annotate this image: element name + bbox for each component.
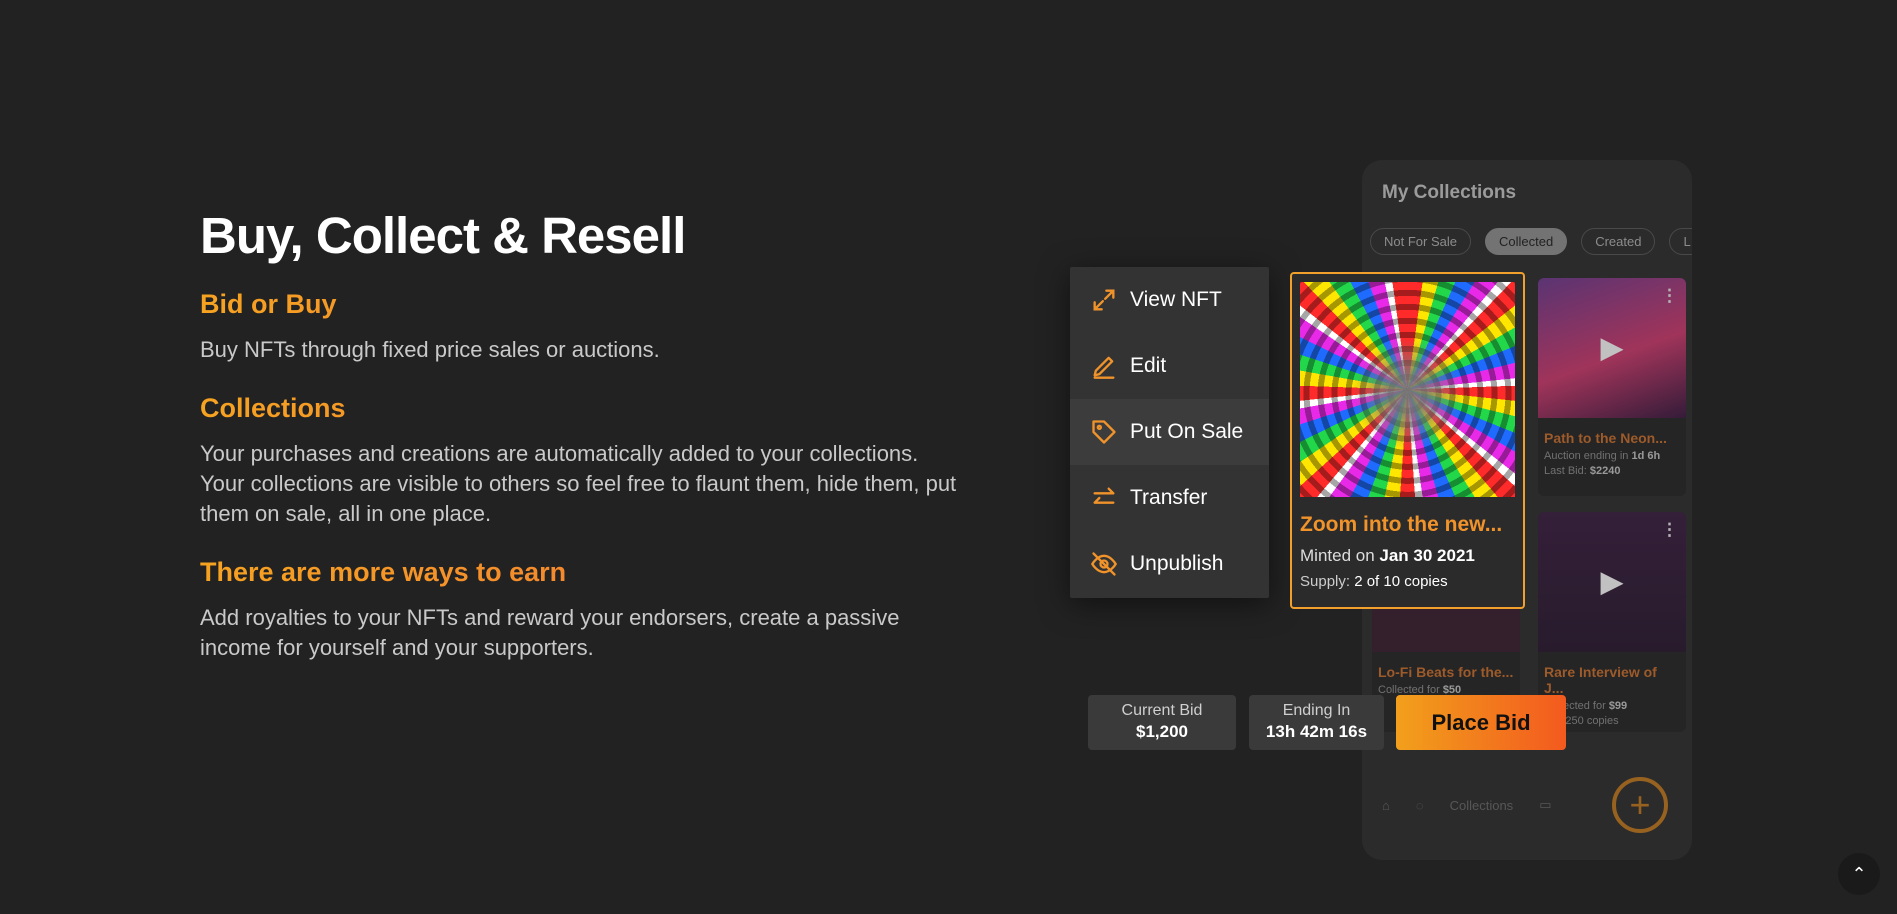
- menu-item-label: View NFT: [1130, 288, 1222, 311]
- bottom-nav: ⌂ ◌ Collections ▭ +: [1362, 760, 1692, 850]
- more-options-icon[interactable]: ⋮: [1661, 520, 1678, 540]
- current-bid-box: Current Bid $1,200: [1088, 695, 1236, 750]
- chip-created[interactable]: Created: [1581, 228, 1656, 255]
- transfer-icon: [1093, 487, 1115, 504]
- menu-item-label: Transfer: [1130, 486, 1208, 509]
- add-icon[interactable]: +: [1612, 777, 1668, 833]
- menu-item-unpublish[interactable]: Unpublish: [1070, 531, 1269, 597]
- nft-context-menu: View NFT Edit Put On Sale Transfer Unpub…: [1070, 267, 1269, 598]
- more-options-icon[interactable]: ⋮: [1661, 286, 1678, 306]
- filter-chips: Not For Sale Collected Created L: [1370, 228, 1692, 255]
- subheading-more-ways: There are more ways to earn: [200, 555, 960, 589]
- section-title: Buy, Collect & Resell: [200, 207, 686, 264]
- expand-icon: [1093, 289, 1115, 311]
- menu-item-view-nft[interactable]: View NFT: [1070, 267, 1269, 333]
- current-bid-value: $1,200: [1136, 722, 1188, 741]
- ending-in-label: Ending In: [1282, 702, 1351, 719]
- feature-section: Buy, Collect & Resell Bid or Buy Buy NFT…: [0, 0, 1897, 914]
- nav-collections[interactable]: Collections: [1450, 798, 1514, 813]
- play-icon[interactable]: ▶: [1600, 565, 1623, 600]
- nft-card[interactable]: Zoom into the new... Minted on Jan 30 20…: [1290, 272, 1525, 609]
- place-bid-button[interactable]: Place Bid: [1396, 695, 1566, 750]
- nft-artwork: [1300, 282, 1515, 497]
- paragraph-collections: Your purchases and creations are automat…: [200, 441, 957, 526]
- feature-text: Buy, Collect & Resell Bid or Buy Buy NFT…: [200, 205, 960, 663]
- menu-item-label: Put On Sale: [1130, 420, 1244, 443]
- menu-item-transfer[interactable]: Transfer: [1070, 465, 1269, 531]
- card-name: Path to the Neon...: [1544, 430, 1667, 446]
- menu-item-label: Unpublish: [1130, 552, 1224, 575]
- subheading-collections: Collections: [200, 391, 960, 425]
- card-thumbnail: ⋮ ▶: [1538, 512, 1686, 652]
- discover-icon[interactable]: ◌: [1416, 798, 1424, 813]
- nft-minted: Minted on Jan 30 2021: [1300, 546, 1475, 565]
- card-name: Lo-Fi Beats for the...: [1378, 664, 1514, 680]
- subheading-bid-or-buy: Bid or Buy: [200, 287, 960, 321]
- card-thumbnail: ⋮ ▶: [1538, 278, 1686, 418]
- nft-name: Zoom into the new...: [1300, 513, 1503, 536]
- chip-collected[interactable]: Collected: [1484, 228, 1568, 255]
- ending-in-box: Ending In 13h 42m 16s: [1249, 695, 1384, 750]
- tag-icon: [1092, 420, 1116, 444]
- paragraph-more-ways: Add royalties to your NFTs and reward yo…: [200, 605, 900, 660]
- chip-not-for-sale[interactable]: Not For Sale: [1370, 228, 1471, 255]
- ending-in-value: 13h 42m 16s: [1265, 722, 1368, 741]
- my-collections-title: My Collections: [1382, 182, 1517, 203]
- menu-item-put-on-sale[interactable]: Put On Sale: [1070, 399, 1269, 465]
- menu-item-edit[interactable]: Edit: [1070, 333, 1269, 399]
- card-meta-2: Last Bid: $2240: [1544, 465, 1621, 477]
- scroll-to-top-button[interactable]: ⌃: [1838, 853, 1880, 895]
- home-icon[interactable]: ⌂: [1382, 798, 1390, 813]
- menu-item-label: Edit: [1130, 354, 1167, 377]
- chevron-up-icon: ⌃: [1851, 863, 1867, 884]
- pencil-icon: [1093, 356, 1115, 379]
- card-meta: Auction ending in 1d 6h: [1544, 450, 1661, 462]
- paragraph-bid-or-buy: Buy NFTs through fixed price sales or au…: [200, 337, 660, 362]
- card-name: Rare Interview of J...: [1544, 664, 1657, 696]
- play-icon[interactable]: ▶: [1600, 331, 1623, 366]
- current-bid-label: Current Bid: [1121, 702, 1203, 719]
- calendar-icon[interactable]: ▭: [1539, 797, 1551, 813]
- nft-supply: Supply: 2 of 10 copies: [1300, 573, 1448, 590]
- collection-card[interactable]: ⋮ ▶ Path to the Neon... Auction ending i…: [1538, 278, 1686, 496]
- eye-off-icon: [1090, 552, 1118, 576]
- chip-more[interactable]: L: [1669, 228, 1692, 255]
